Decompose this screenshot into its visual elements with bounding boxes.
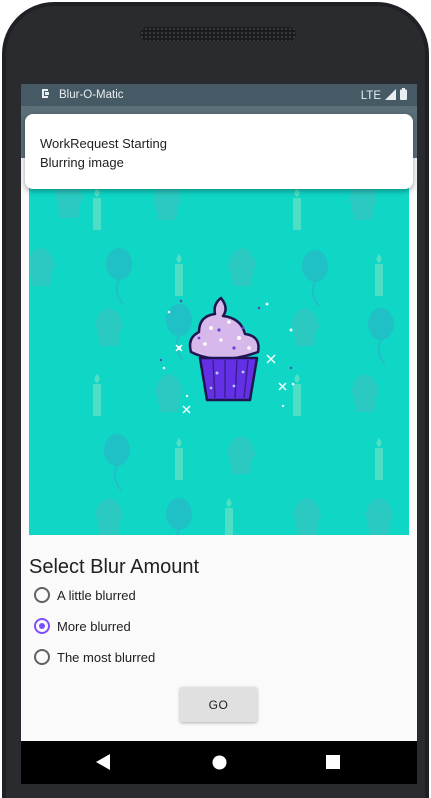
recents-icon[interactable] <box>326 755 340 774</box>
screen: Blur-O-Matic LTE WorkRequest Starting Bl… <box>21 84 417 784</box>
signal-icon <box>385 88 396 103</box>
cupcake-image <box>29 188 409 535</box>
radio-option-more[interactable]: More blurred <box>34 618 131 634</box>
status-bar: Blur-O-Matic LTE <box>21 84 417 106</box>
phone-frame: Blur-O-Matic LTE WorkRequest Starting Bl… <box>0 0 431 798</box>
notification-icon <box>41 88 51 102</box>
radio-button[interactable] <box>34 587 50 603</box>
radio-option-most[interactable]: The most blurred <box>34 649 155 665</box>
radio-button[interactable] <box>34 649 50 665</box>
home-icon[interactable] <box>212 755 227 775</box>
blur-amount-heading: Select Blur Amount <box>29 556 200 578</box>
notification-title: WorkRequest Starting <box>40 136 167 151</box>
notification-card[interactable]: WorkRequest Starting Blurring image <box>25 114 413 189</box>
navigation-bar <box>21 741 417 784</box>
radio-label: The most blurred <box>57 649 156 665</box>
radio-label: A little blurred <box>57 587 136 603</box>
battery-icon <box>400 88 407 103</box>
radio-button-checked[interactable] <box>34 618 50 634</box>
radio-option-little[interactable]: A little blurred <box>34 587 136 603</box>
back-icon[interactable] <box>95 753 111 776</box>
radio-label: More blurred <box>57 618 131 634</box>
notification-text: Blurring image <box>40 155 124 170</box>
status-app-name: Blur-O-Matic <box>59 89 124 101</box>
speaker-grille <box>140 27 296 41</box>
go-button[interactable]: GO <box>180 687 257 722</box>
network-type: LTE <box>360 89 381 102</box>
